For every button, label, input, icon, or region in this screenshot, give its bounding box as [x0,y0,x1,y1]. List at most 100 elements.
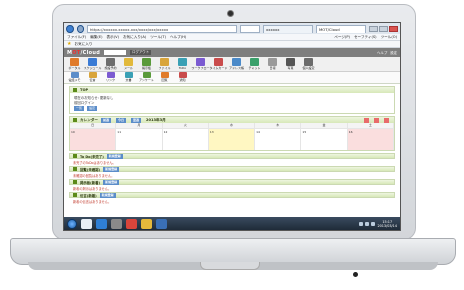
calendar-month-view-button[interactable] [383,117,389,123]
toolbar-item-board[interactable]: 掲示板 [139,58,154,70]
toolbar-item-calendar[interactable]: スケジュール [83,58,102,70]
menu-file[interactable]: ファイル(F) [67,35,86,40]
toolbar-item-label: スケジュール [83,66,102,70]
power-led-icon [353,272,358,277]
forward-button[interactable] [76,24,84,33]
subtoolbar-item-circular[interactable]: 回覧 [157,72,172,82]
app-taskbar-icon[interactable] [111,218,122,229]
calendar-day-cell[interactable]: 12 [162,128,209,150]
calendar-next-button[interactable]: 翌週 [131,117,142,123]
calendar-day-cell[interactable]: 14 [255,128,302,150]
subtoolbar-item-bell[interactable]: 通知 [175,72,190,82]
toolbar-item-label: ファイル [158,66,171,70]
volume-icon[interactable] [365,221,370,226]
toolbar-item-camera[interactable]: 写真 [283,58,298,70]
calendar-day-cell[interactable]: 10 [70,128,117,150]
browser-tab-2[interactable]: MOT/Cloud [316,24,366,33]
calendar-icon [73,118,77,122]
toolbar-item-label: ワークフロー [191,66,210,70]
calendar-day-view-button[interactable] [363,117,369,123]
section-list: To Do(未完了) 新規登録 未完了のToDoはありません。 回覧(未確認) 新規登録… [69,153,395,204]
browser-menubar: ファイル(F) 編集(E) 表示(V) お気に入り(A) ツール(T) ヘルプ(… [64,34,400,41]
favorites-bar: ★ お気に入り [64,41,400,48]
calendar-title: カレンダー [80,117,98,122]
calendar-day-cell[interactable]: 11 [116,128,163,150]
mail-icon [124,58,133,66]
taskbar-clock[interactable]: 15:17 2013/03/14 [377,220,397,228]
windows-taskbar: 15:17 2013/03/14 [64,217,400,230]
favorites-star-icon[interactable]: ★ [67,41,71,47]
media-taskbar-icon[interactable] [126,218,137,229]
section-title: 伝言(新着) [80,193,97,198]
section-new-button[interactable]: 新規登録 [99,192,116,198]
toolbar-item-label: 施設予約 [104,66,117,70]
browser-taskbar-icon[interactable] [156,218,167,229]
network-icon[interactable] [359,221,364,226]
minimize-button[interactable] [369,25,378,32]
header-help-link[interactable]: ヘルプ [377,50,387,55]
header-search-input[interactable] [104,50,127,55]
toolbar-item-user[interactable]: 個人設定 [301,58,316,70]
toolbar-item-address[interactable]: アドレス帳 [229,58,244,70]
address-bar[interactable]: https://xxxxxx.xxxxx.xxx/xxxx/xxx/xxxxx [87,24,237,33]
calendar-week-view-button[interactable] [373,117,379,123]
subtoolbar-item-memo[interactable]: 伝言 [85,72,100,82]
home-icon [70,58,79,66]
info-settings-button[interactable]: 設定 [87,106,98,111]
header-settings-link[interactable]: 設定 [390,50,397,55]
section-icon [73,167,77,171]
maximize-button[interactable] [379,25,388,32]
info-list-button[interactable]: 一覧 [74,106,85,111]
ie-taskbar-icon[interactable] [96,218,107,229]
screen: https://xxxxxx.xxxxx.xxx/xxxx/xxx/xxxxx … [63,22,401,231]
calendar-day-cell[interactable]: 13 [208,128,256,150]
subtoolbar-item-label: リンク [105,78,115,82]
menu-favorites[interactable]: お気に入り(A) [123,35,146,40]
calendar-today-button[interactable]: 今日 [115,117,126,123]
subtoolbar-item-phone[interactable]: 電話メモ [67,72,82,82]
explorer-taskbar-icon[interactable] [81,218,92,229]
menu-help[interactable]: ヘルプ(H) [170,35,186,40]
toolbar-item-todo[interactable]: ToDo [175,58,190,70]
cmd-safety[interactable]: セーフティ(S) [354,35,377,40]
calendar-day-cell[interactable]: 15 [301,128,348,150]
browser-tab-1[interactable]: xxxxxx [263,24,313,33]
toolbar-item-label: チャット [248,66,261,70]
back-button[interactable] [66,24,74,33]
menu-edit[interactable]: 編集(E) [90,35,102,40]
toolbar-item-label: ToDo [178,66,187,70]
toolbar-item-home[interactable]: ポータル [67,58,82,70]
section-new-button[interactable]: 新規登録 [106,153,123,159]
webcam-icon [227,10,234,17]
toolbar-item-mail[interactable]: メール [121,58,136,70]
cmd-tools[interactable]: ツール(O) [381,35,397,40]
favorites-label[interactable]: お気に入り [74,42,92,47]
subtoolbar-item-label: 文書 [125,78,132,82]
toolbar-item-building[interactable]: 施設予約 [103,58,118,70]
subtoolbar-item-link[interactable]: リンク [103,72,118,82]
toolbar-item-timecard[interactable]: タイムカード [210,58,227,70]
toolbar-item-report[interactable]: 日報 [265,58,280,70]
section-new-button[interactable]: 新規登録 [103,166,120,172]
calendar-grid: 日 月 火 水 木 金 土 10 11 12 13 14 15 16 [70,123,394,150]
subtoolbar-item-doc[interactable]: 文書 [121,72,136,82]
logout-button[interactable]: ログアウト [130,50,152,55]
folder-icon [160,58,169,66]
calendar-prev-button[interactable]: 前週 [100,117,111,123]
folder-taskbar-icon[interactable] [141,218,152,229]
toolbar-item-chat[interactable]: チャット [247,58,262,70]
section-new-button[interactable]: 新規登録 [103,179,120,185]
close-button[interactable] [389,25,398,32]
browser-search-box[interactable] [240,24,260,33]
section-icon [73,154,77,158]
start-button[interactable] [67,218,77,229]
subtoolbar-item-survey[interactable]: アンケート [139,72,154,82]
calendar-day-cell[interactable]: 16 [347,128,394,150]
menu-tools[interactable]: ツール(T) [150,35,166,40]
toolbar-item-label: 掲示板 [141,66,151,70]
flag-icon[interactable] [371,221,376,226]
toolbar-item-workflow[interactable]: ワークフロー [191,58,210,70]
cmd-page[interactable]: ページ(P) [334,35,350,40]
menu-view[interactable]: 表示(V) [107,35,119,40]
toolbar-item-folder[interactable]: ファイル [157,58,172,70]
